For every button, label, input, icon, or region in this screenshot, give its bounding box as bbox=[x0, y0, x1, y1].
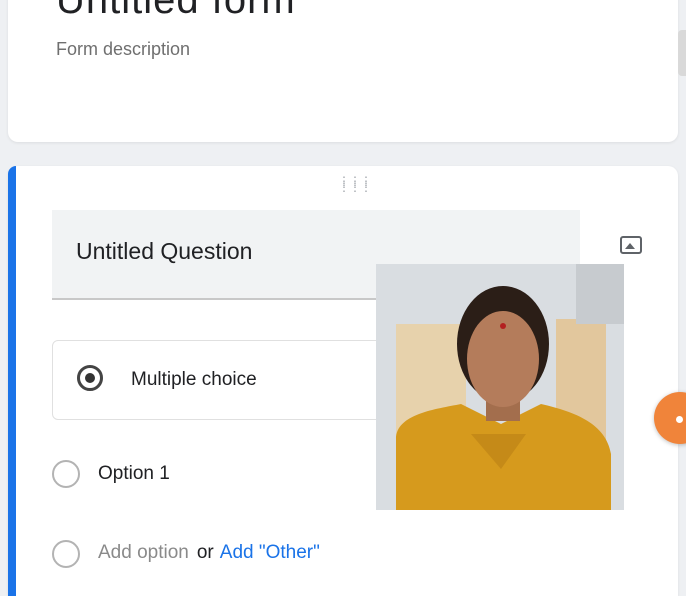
image-icon[interactable] bbox=[620, 236, 642, 254]
add-other-link[interactable]: Add "Other" bbox=[220, 542, 320, 563]
form-title-card: Untitled form Form description bbox=[8, 0, 678, 142]
add-option-radio bbox=[52, 540, 80, 568]
form-title[interactable]: Untitled form bbox=[56, 0, 296, 23]
active-question-indicator bbox=[8, 166, 16, 596]
option-1-radio[interactable] bbox=[52, 460, 80, 488]
webcam-overlay bbox=[376, 264, 624, 510]
side-toolbar-edge bbox=[678, 30, 686, 76]
radio-button-icon bbox=[77, 365, 103, 391]
add-option-row: Add option or Add "Other" bbox=[98, 542, 320, 564]
add-option-button[interactable]: Add option bbox=[98, 542, 189, 563]
option-1-label[interactable]: Option 1 bbox=[98, 463, 170, 485]
or-label: or bbox=[196, 542, 214, 563]
question-title: Untitled Question bbox=[76, 238, 253, 264]
question-type-dropdown[interactable]: Multiple choice bbox=[52, 340, 394, 420]
form-description[interactable]: Form description bbox=[56, 39, 190, 60]
webcam-image bbox=[376, 264, 624, 510]
question-type-label: Multiple choice bbox=[131, 369, 257, 390]
drag-handle-icon[interactable]: ⋮⋮⋮ ⋮⋮⋮ bbox=[338, 175, 372, 193]
